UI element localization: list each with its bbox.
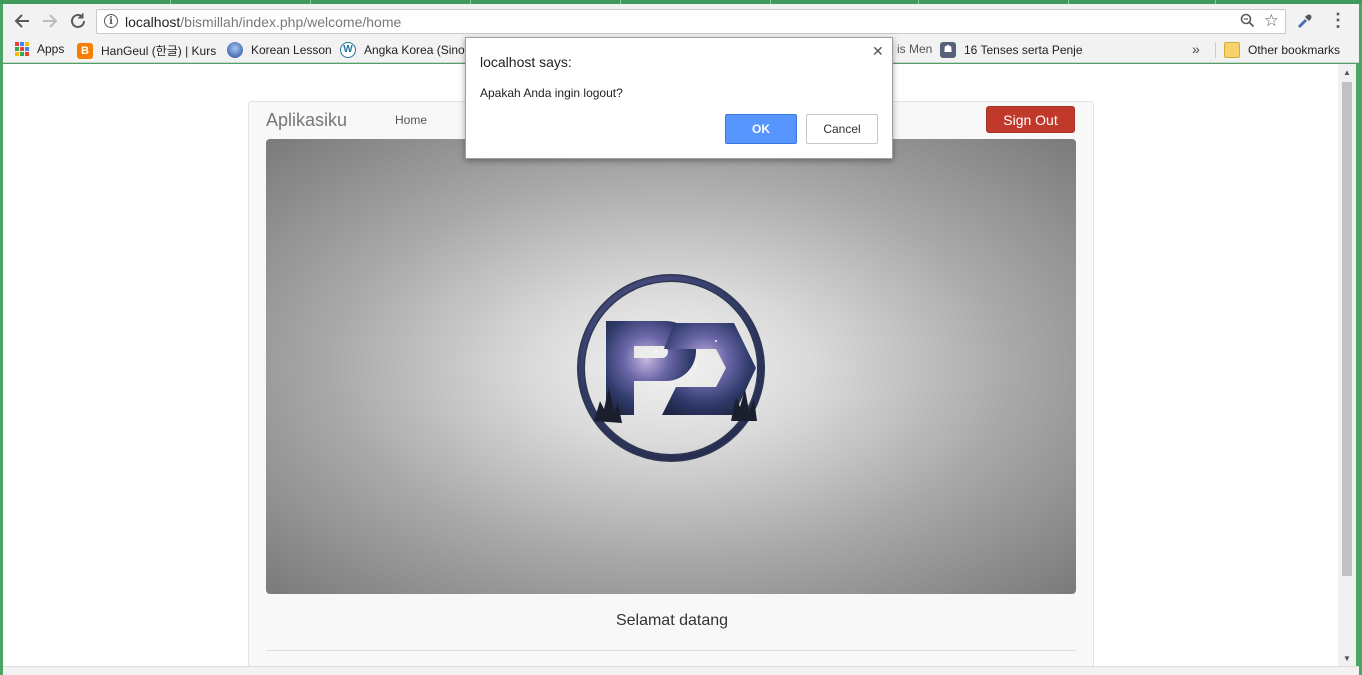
browser-toolbar: i localhost/bismillah/index.php/welcome/… — [3, 4, 1359, 37]
apps-grid-icon — [15, 42, 29, 56]
ghost-icon: ☗ — [940, 42, 956, 58]
wordpress-icon: W — [340, 42, 356, 58]
nav-home-link[interactable]: Home — [395, 113, 427, 127]
dialog-message: Apakah Anda ingin logout? — [480, 86, 623, 100]
divider — [266, 650, 1076, 651]
cancel-button[interactable]: Cancel — [806, 114, 878, 144]
forward-arrow-icon — [43, 14, 58, 28]
url-text[interactable]: localhost/bismillah/index.php/welcome/ho… — [125, 14, 401, 30]
folder-icon — [1224, 42, 1240, 58]
zoom-icon[interactable] — [1240, 13, 1255, 32]
bookmark-16-tenses[interactable]: ☗ 16 Tenses serta Penje — [940, 42, 1083, 58]
close-icon[interactable]: ✕ — [872, 43, 884, 60]
vertical-scrollbar[interactable]: ▲ ▼ — [1338, 64, 1356, 666]
other-bookmarks-folder[interactable]: Other bookmarks — [1224, 42, 1340, 58]
bookmark-apps[interactable]: Apps — [15, 42, 64, 56]
back-button[interactable] — [11, 10, 33, 32]
more-bookmarks-chevron-icon[interactable]: » — [1192, 41, 1200, 57]
bookmark-label: Apps — [37, 42, 65, 56]
bookmark-label: Korean Lesson — [251, 43, 332, 57]
app-container: Aplikasiku Home Sign Out Selamat datang — [248, 101, 1094, 666]
hero-banner — [266, 139, 1076, 594]
bookmark-star-icon[interactable]: ☆ — [1264, 11, 1279, 31]
bookmark-label: Other bookmarks — [1248, 43, 1341, 57]
bookmark-angka-korea[interactable]: W Angka Korea (Sino — [340, 42, 465, 58]
back-arrow-icon — [14, 14, 29, 28]
bookmark-label: is Men — [897, 42, 933, 56]
bookmark-hangeul[interactable]: B HanGeul (한글) | Kurs — [77, 42, 216, 59]
bookmark-men[interactable]: is Men — [897, 42, 932, 56]
url-host: localhost — [125, 14, 181, 30]
scrollbar-thumb[interactable] — [1342, 82, 1352, 576]
scroll-down-arrow-icon[interactable]: ▼ — [1342, 654, 1352, 664]
url-path: /bismillah/index.php/welcome/home — [180, 14, 402, 30]
welcome-message: Selamat datang — [615, 612, 729, 629]
alert-dialog: localhost says: ✕ Apakah Anda ingin logo… — [465, 37, 893, 159]
info-icon[interactable]: i — [104, 14, 118, 28]
bookmark-label: Angka Korea (Sino — [364, 43, 465, 57]
bookmark-label: HanGeul (한글) | Kurs — [101, 44, 217, 58]
pd-logo-image — [566, 271, 776, 466]
browser-menu-icon[interactable]: ⋮ — [1329, 10, 1347, 31]
bookmark-label: 16 Tenses serta Penje — [964, 43, 1083, 57]
ok-button[interactable]: OK — [725, 114, 797, 144]
eyedropper-icon[interactable] — [1296, 12, 1314, 30]
reload-icon — [71, 13, 85, 28]
reload-button[interactable] — [67, 10, 89, 32]
dialog-title: localhost says: — [480, 54, 572, 70]
sign-out-button[interactable]: Sign Out — [986, 106, 1075, 133]
bookmark-separator — [1215, 42, 1216, 58]
address-bar[interactable]: i localhost/bismillah/index.php/welcome/… — [96, 9, 1286, 34]
bookmark-korean-lesson[interactable]: Korean Lesson — [227, 42, 332, 58]
blogger-icon: B — [77, 42, 93, 59]
globe-icon — [227, 42, 243, 58]
browser-window: i localhost/bismillah/index.php/welcome/… — [0, 0, 1362, 675]
brand-title[interactable]: Aplikasiku — [266, 110, 347, 131]
scroll-up-arrow-icon[interactable]: ▲ — [1342, 68, 1352, 78]
bottom-bar — [3, 666, 1359, 675]
forward-button[interactable] — [39, 10, 61, 32]
